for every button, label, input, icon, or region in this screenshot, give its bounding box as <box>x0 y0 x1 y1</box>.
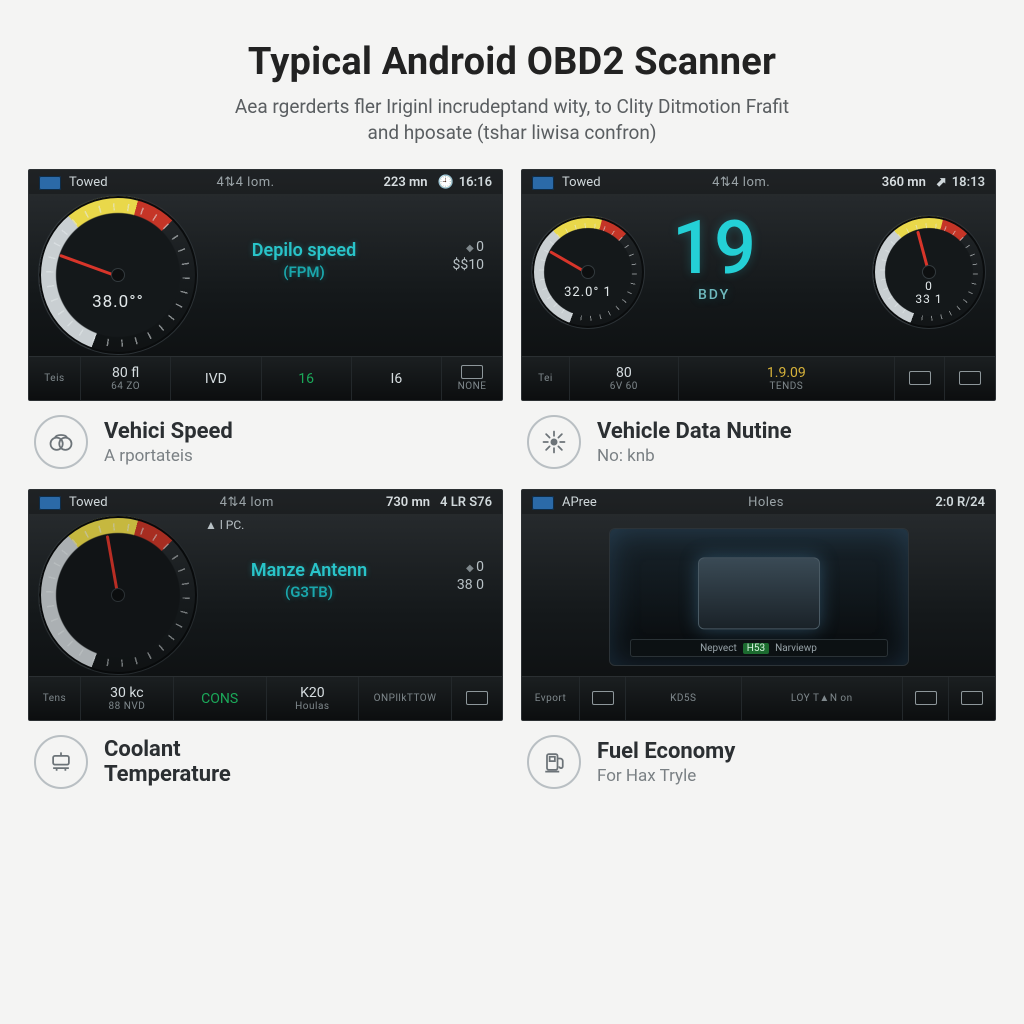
bb-cell[interactable]: ONPllkTTOW <box>359 677 452 720</box>
aux-readout: 0 $$10 <box>453 238 484 274</box>
aux-readout: 0 38 0 <box>457 558 484 594</box>
page-subtitle: Aea rgerderts fler Iriginl incrudeptand … <box>28 94 996 145</box>
bottom-toolbar[interactable]: Tei 806V 60 1.9.09TENDS <box>522 356 995 400</box>
gauge-readout: 38.0°° <box>39 292 197 312</box>
brand-icon <box>39 176 61 190</box>
bottom-toolbar[interactable]: Evport KD5S LOY T▲N on <box>522 676 995 720</box>
brand-label: Towed <box>562 175 601 190</box>
bottom-toolbar[interactable]: Tens 30 kc88 NVD CONS K20Houlas ONPllkTT… <box>29 676 502 720</box>
status-mode: 4⇅4 lom. <box>118 175 374 190</box>
metric-label: Depilo speed (FPM) <box>224 240 384 281</box>
bb-cell[interactable]: 806V 60 <box>570 357 679 400</box>
bottombar-label: Tens <box>43 693 66 704</box>
bb-cell[interactable] <box>580 677 626 720</box>
bb-cell[interactable]: CONS <box>174 677 267 720</box>
subtitle-line: and hposate (tshar liwisa confron) <box>368 121 657 144</box>
status-mode: Holes <box>607 495 926 510</box>
layout-icon <box>909 371 931 385</box>
distance-readout: 223 mn <box>383 175 427 190</box>
bb-cell[interactable] <box>945 357 995 400</box>
brand-icon <box>532 176 554 190</box>
clock-readout: 18:13 <box>952 175 985 190</box>
status-mode: 4⇅4 lom <box>118 495 376 510</box>
status-bar: APree Holes 2:0 R/24 <box>522 490 995 514</box>
layout-icon <box>959 371 981 385</box>
status-bar: Towed 4⇅4 lom. 223 mn 🕘 16:16 <box>29 170 502 194</box>
status-bar: Towed 4⇅4 lom 730 mn 4 LR S76 <box>29 490 502 514</box>
bb-cell[interactable]: 1.9.09TENDS <box>679 357 895 400</box>
bb-cell[interactable] <box>903 677 949 720</box>
clock-readout: 16:16 <box>459 175 492 190</box>
bottombar-label: Evport <box>535 693 567 704</box>
status-mode: 4⇅4 lom. <box>611 175 872 190</box>
rings-icon <box>34 415 88 469</box>
bb-cell[interactable] <box>949 677 995 720</box>
caption-title: Vehicle Data Nutine <box>597 419 792 444</box>
bb-cell[interactable]: 16 <box>262 357 352 400</box>
bb-cell[interactable] <box>895 357 945 400</box>
distance-readout: 730 mn <box>386 495 430 510</box>
dashboard-screen-fuel[interactable]: APree Holes 2:0 R/24 Nepvect H53 Narview… <box>521 489 996 721</box>
layout-icon <box>961 691 983 705</box>
page-title: Typical Android OBD2 Scanner <box>28 40 996 84</box>
caption-sub: No: knb <box>597 446 792 466</box>
bb-cell[interactable]: 30 kc88 NVD <box>81 677 174 720</box>
clock-readout: 2:0 R/24 <box>935 495 985 510</box>
bb-cell[interactable]: I6 <box>352 357 442 400</box>
dashboard-screen-data[interactable]: Towed 4⇅4 lom. 360 mn ⬈ 18:13 32.0° 1 19… <box>521 169 996 401</box>
car-icon <box>592 691 614 705</box>
tach-gauge: 32.0° 1 <box>532 216 644 328</box>
bottombar-label: Teis <box>44 373 64 384</box>
burst-icon <box>527 415 581 469</box>
clock-icon: 🕘 <box>438 175 454 190</box>
dashboard-screen-coolant[interactable]: Towed 4⇅4 lom 730 mn 4 LR S76 ▲ l PC. Ma… <box>28 489 503 721</box>
big-number: 19BDY <box>672 212 756 302</box>
dashboard-screen-speed[interactable]: Towed 4⇅4 lom. 223 mn 🕘 16:16 38.0°° Dep… <box>28 169 503 401</box>
layout-icon <box>466 691 488 705</box>
tach-gauge: 38.0°° <box>39 196 197 354</box>
pump-icon <box>527 735 581 789</box>
caption-title: Vehici Speed <box>104 419 233 444</box>
bb-cell[interactable]: 80 fl64 ZO <box>81 357 171 400</box>
clock-readout: 4 LR S76 <box>440 495 492 510</box>
layout-icon <box>461 365 483 379</box>
top-note: ▲ l PC. <box>205 518 244 532</box>
gauge-readout: 32.0° 1 <box>532 285 644 300</box>
bb-cell[interactable]: KD5S <box>626 677 742 720</box>
clock-icon: ⬈ <box>936 175 947 190</box>
metric-label: Manze Antenn (G3TB) <box>224 560 394 601</box>
bb-cell[interactable]: LOY T▲N on <box>742 677 903 720</box>
thermo-icon <box>34 735 88 789</box>
bottom-toolbar[interactable]: Teis 80 fl64 ZO IVD 16 I6 NONE <box>29 356 502 400</box>
brand-icon <box>39 496 61 510</box>
bb-cell[interactable]: K20Houlas <box>267 677 360 720</box>
distance-readout: 360 mn <box>882 175 926 190</box>
engine-strip: Nepvect H53 Narviewp <box>630 639 888 657</box>
bb-cell[interactable]: NONE <box>442 357 502 400</box>
aux-gauge: 033 1 <box>873 216 985 328</box>
caption-sub: A rportateis <box>104 446 233 466</box>
caption-title: Fuel Economy <box>597 739 735 764</box>
caption-title: CoolantTemperature <box>104 737 231 788</box>
brand-label: Towed <box>69 495 108 510</box>
coolant-gauge <box>39 516 197 674</box>
panel-grid: Towed 4⇅4 lom. 223 mn 🕘 16:16 38.0°° Dep… <box>28 169 996 795</box>
engine-view: Nepvect H53 Narviewp <box>609 528 909 666</box>
caption-sub: For Hax Tryle <box>597 766 735 786</box>
bb-cell[interactable]: IVD <box>171 357 261 400</box>
brand-label: APree <box>562 495 597 510</box>
brand-icon <box>532 496 554 510</box>
status-bar: Towed 4⇅4 lom. 360 mn ⬈ 18:13 <box>522 170 995 194</box>
brand-label: Towed <box>69 175 108 190</box>
subtitle-line: Aea rgerderts fler Iriginl incrudeptand … <box>235 95 789 118</box>
bottombar-label: Tei <box>538 373 553 384</box>
bb-cell[interactable] <box>452 677 502 720</box>
layout-icon <box>915 691 937 705</box>
